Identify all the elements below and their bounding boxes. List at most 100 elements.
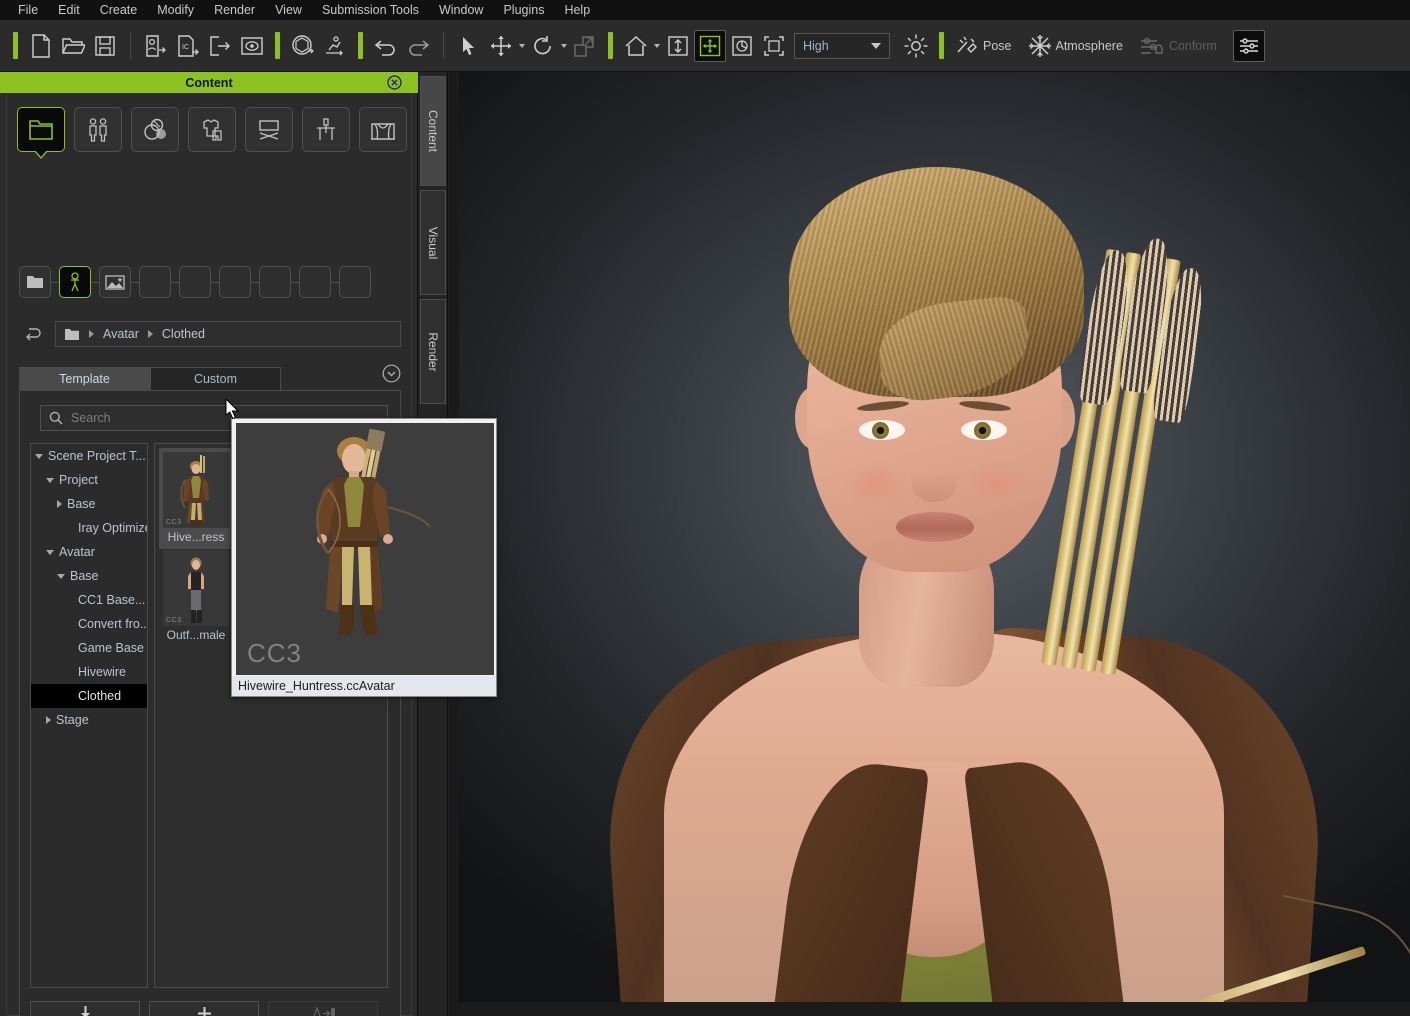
tree-item[interactable]: Clothed [31, 684, 147, 708]
preview-thumbnail: CC3 [236, 423, 494, 675]
search-icon [49, 411, 63, 425]
scale-tool-icon[interactable] [569, 30, 601, 62]
subcategory-image[interactable] [99, 266, 131, 298]
tree-item[interactable]: Iray Optimized [31, 516, 147, 540]
subcategory-slot-6[interactable] [219, 266, 251, 298]
expand-options-icon[interactable] [382, 364, 401, 388]
menu-plugins[interactable]: Plugins [493, 0, 554, 20]
breadcrumb-segment-avatar[interactable]: Avatar [103, 327, 139, 341]
subcategory-slot-4[interactable] [139, 266, 171, 298]
tree-toggle-icon[interactable] [46, 549, 54, 555]
vtab-content-label: Content [426, 109, 440, 153]
subcategory-avatar[interactable] [59, 266, 91, 298]
download-button[interactable] [30, 1001, 140, 1016]
subcategory-slot-5[interactable] [179, 266, 211, 298]
tree-toggle-icon[interactable] [46, 716, 51, 724]
category-material[interactable] [131, 107, 179, 152]
category-avatar[interactable] [74, 107, 122, 152]
tree-item[interactable]: Game Base [31, 636, 147, 660]
category-cloth[interactable] [188, 107, 236, 152]
grid-item[interactable]: CC3 Hive...ress [159, 448, 233, 549]
tree-toggle-icon[interactable] [57, 500, 62, 508]
atmosphere-button[interactable]: Atmosphere [1024, 30, 1135, 62]
tree-item[interactable]: Scene Project T... [31, 444, 147, 468]
menu-view[interactable]: View [265, 0, 312, 20]
grid-item[interactable]: CC3 Outf...male [159, 546, 233, 647]
grid-item-badge: CC3 [166, 519, 182, 526]
transform-gizmo-icon[interactable] [694, 29, 726, 62]
vtab-content[interactable]: Content [420, 76, 446, 186]
viewport-canvas[interactable] [459, 72, 1410, 1002]
breadcrumb[interactable]: Avatar Clothed [55, 321, 401, 347]
tree-toggle-icon[interactable] [57, 573, 65, 579]
tree-item[interactable]: Hivewire [31, 660, 147, 684]
lighting-icon[interactable] [900, 30, 932, 62]
rotate-tool-icon[interactable] [527, 30, 559, 62]
export-icon[interactable] [204, 30, 236, 62]
preview-icon[interactable] [236, 30, 268, 62]
menu-create[interactable]: Create [90, 0, 148, 20]
move-tool-icon[interactable] [485, 30, 517, 62]
redo-icon[interactable] [402, 30, 434, 62]
tab-template[interactable]: Template [19, 367, 150, 390]
undo-icon[interactable] [370, 30, 402, 62]
rotate-tool-caret[interactable] [561, 43, 567, 48]
add-button[interactable] [149, 1001, 259, 1016]
tree-item[interactable]: Base [31, 564, 147, 588]
tree-item[interactable]: Avatar [31, 540, 147, 564]
fit-vertical-icon[interactable] [662, 30, 694, 62]
menu-edit[interactable]: Edit [48, 0, 90, 20]
subcategory-slot-8[interactable] [299, 266, 331, 298]
fit-to-frame-icon[interactable] [758, 30, 790, 62]
motion-icon[interactable] [319, 30, 351, 62]
apply-to-slot-button[interactable] [268, 1001, 378, 1016]
conform-label: Conform [1168, 38, 1217, 53]
pose-button[interactable]: Pose [951, 30, 1024, 62]
new-file-icon[interactable] [25, 30, 57, 62]
menu-submission-tools[interactable]: Submission Tools [312, 0, 429, 20]
menu-modify[interactable]: Modify [147, 0, 204, 20]
breadcrumb-segment-clothed[interactable]: Clothed [162, 327, 205, 341]
orbit-view-icon[interactable] [726, 30, 758, 62]
menu-window[interactable]: Window [429, 0, 493, 20]
save-icon[interactable] [89, 30, 121, 62]
import-object-icon[interactable]: IC [172, 30, 204, 62]
render-quality-select[interactable]: High [794, 32, 890, 59]
subcategory-slot-9[interactable] [339, 266, 371, 298]
select-tool-icon[interactable] [453, 30, 485, 62]
back-icon[interactable] [19, 322, 47, 346]
tree-toggle-icon[interactable] [35, 453, 43, 459]
rotate-tool-group[interactable] [527, 30, 569, 62]
content-tree[interactable]: Scene Project T... Project Base Iray Optimi… [30, 443, 148, 988]
move-tool-group[interactable] [485, 30, 527, 62]
object-transform-icon[interactable] [287, 30, 319, 62]
category-prop[interactable] [245, 107, 293, 152]
vtab-visual[interactable]: Visual [420, 190, 446, 295]
menu-help[interactable]: Help [554, 0, 600, 20]
tree-item[interactable]: Project [31, 468, 147, 492]
close-icon[interactable] [387, 75, 402, 95]
viewport[interactable] [449, 72, 1410, 1016]
home-view-caret[interactable] [654, 43, 660, 48]
tree-toggle-icon[interactable] [46, 477, 54, 483]
menu-render[interactable]: Render [204, 0, 265, 20]
category-pose[interactable] [302, 107, 350, 152]
settings-sliders-icon[interactable] [1232, 29, 1265, 62]
tree-item[interactable]: Stage [31, 708, 147, 732]
open-folder-icon[interactable] [57, 30, 89, 62]
home-view-group[interactable] [620, 30, 662, 62]
subcategory-slot-7[interactable] [259, 266, 291, 298]
home-icon[interactable] [620, 30, 652, 62]
tree-item[interactable]: CC1 Base... [31, 588, 147, 612]
menu-file[interactable]: File [8, 0, 48, 20]
tree-item[interactable]: Convert fro... [31, 612, 147, 636]
conform-button[interactable]: Conform [1135, 30, 1229, 62]
category-scene[interactable] [359, 107, 407, 152]
subcategory-folder[interactable] [19, 266, 51, 298]
tab-custom[interactable]: Custom [150, 367, 281, 390]
move-tool-caret[interactable] [519, 43, 525, 48]
tree-item[interactable]: Base [31, 492, 147, 516]
category-project[interactable] [17, 107, 65, 152]
vtab-render[interactable]: Render [420, 299, 446, 404]
import-character-icon[interactable] [140, 30, 172, 62]
